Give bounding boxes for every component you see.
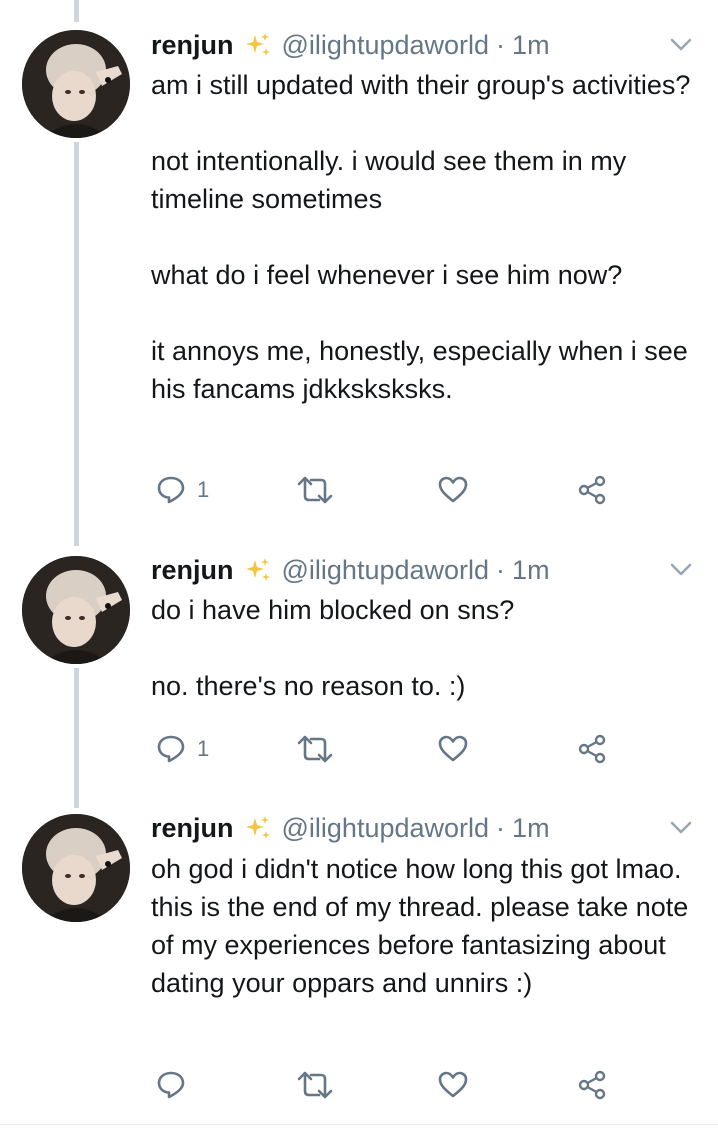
tweet-3[interactable]: renjun @ilightupdaworld · 1m oh god i di…: [0, 0, 718, 1131]
share-icon: [578, 1070, 606, 1100]
heart-icon: [438, 1071, 468, 1098]
retweet-button[interactable]: [297, 1065, 333, 1105]
timestamp[interactable]: 1m: [512, 813, 550, 844]
avatar[interactable]: [22, 814, 130, 922]
sparkles-icon: [245, 816, 270, 839]
tweet-text: oh god i didn't notice how long this got…: [151, 850, 701, 1002]
display-name[interactable]: renjun: [151, 813, 234, 844]
chevron-down-icon[interactable]: [670, 821, 692, 835]
separator-dot: ·: [496, 812, 506, 843]
reply-button[interactable]: [155, 1065, 197, 1105]
share-button[interactable]: [577, 1065, 609, 1105]
avatar-image-icon: [22, 814, 130, 922]
like-button[interactable]: [437, 1065, 469, 1105]
user-handle[interactable]: @ilightupdaworld: [282, 813, 490, 844]
tweet-paragraph: oh god i didn't notice how long this got…: [151, 854, 689, 998]
reply-icon: [157, 1071, 185, 1099]
retweet-icon: [297, 1071, 333, 1099]
tweet-header: renjun @ilightupdaworld · 1m: [151, 811, 550, 845]
tweet-actions: [151, 1065, 621, 1105]
bottom-divider: [0, 1124, 718, 1125]
